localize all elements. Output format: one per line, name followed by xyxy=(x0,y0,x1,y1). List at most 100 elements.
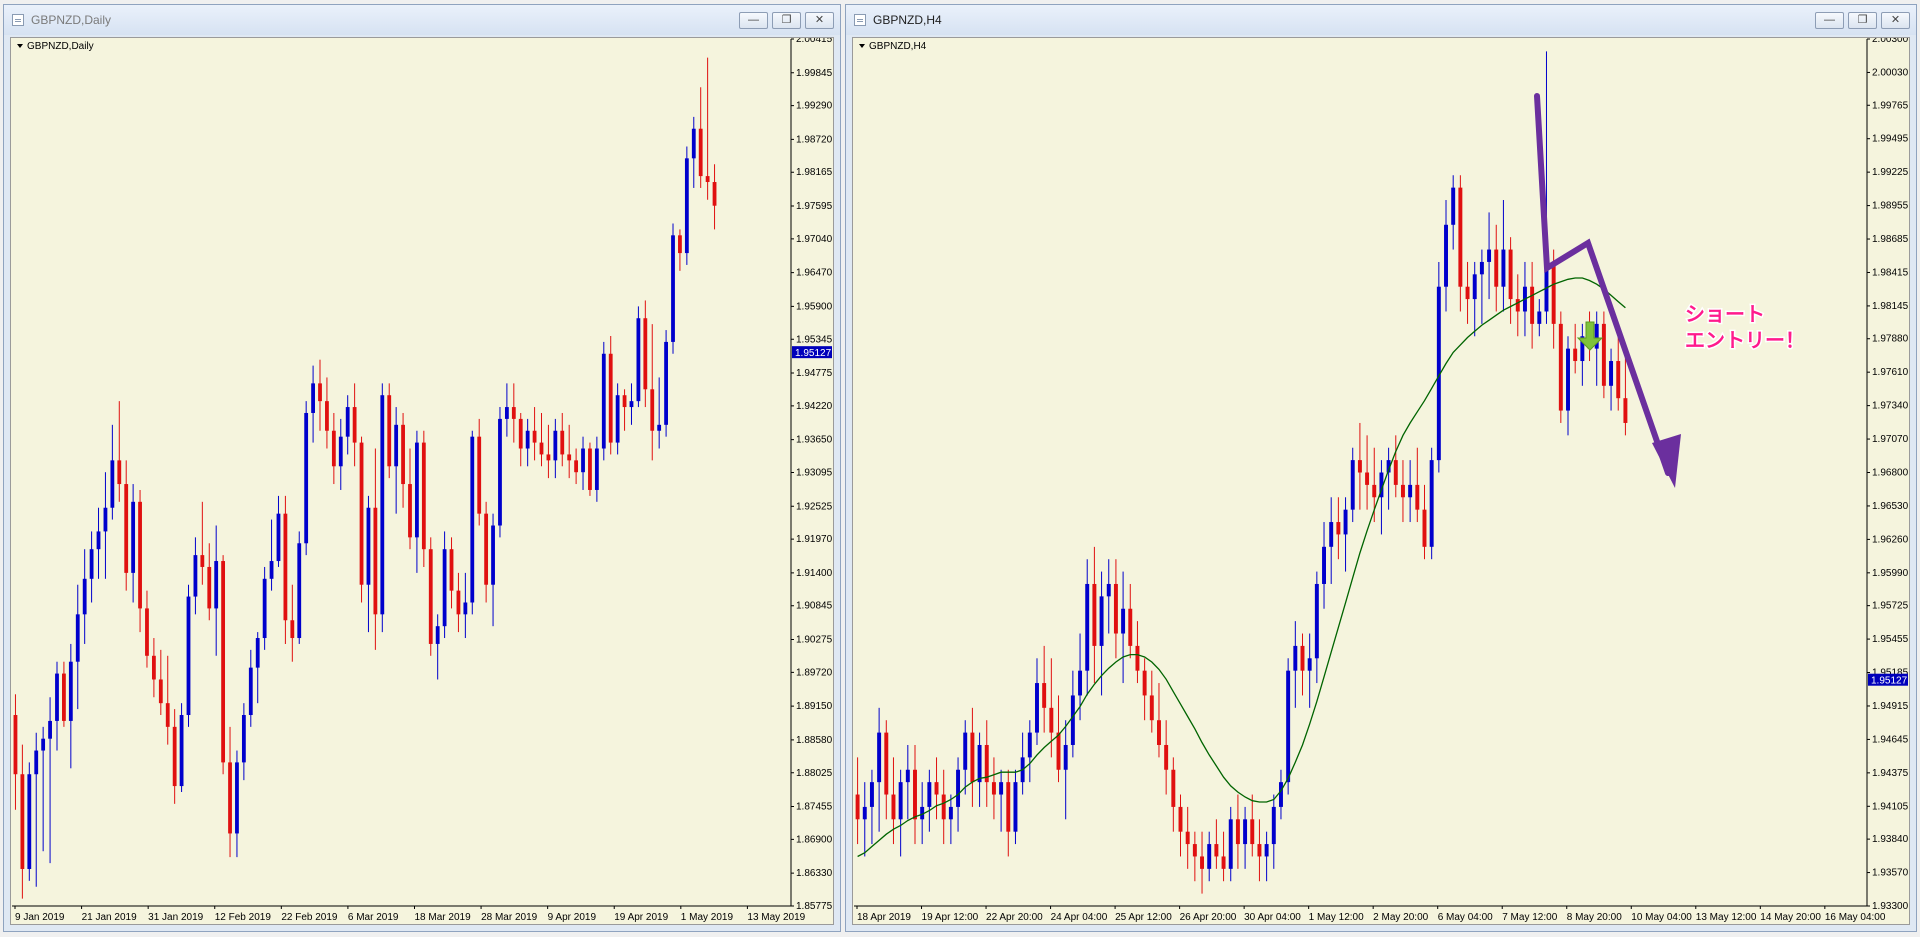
candle xyxy=(477,418,482,526)
candle xyxy=(664,330,668,437)
candle xyxy=(1200,831,1205,894)
price-tick-label: 1.89150 xyxy=(796,701,833,712)
minimize-button[interactable]: — xyxy=(739,12,768,29)
candle xyxy=(373,448,378,650)
candle xyxy=(636,306,641,408)
candle xyxy=(1314,571,1319,684)
candle xyxy=(1106,559,1111,634)
candle xyxy=(1164,720,1169,795)
restore-button[interactable]: ❐ xyxy=(1848,12,1877,29)
candle xyxy=(449,537,454,609)
price-tick-label: 1.92525 xyxy=(796,501,833,512)
candle xyxy=(1271,794,1276,869)
minimize-button[interactable]: — xyxy=(1815,12,1844,29)
candle xyxy=(1357,422,1362,510)
price-tick-label: 2.00030 xyxy=(1872,67,1909,78)
daily-chart-window: GBPNZD,Daily — ❐ ✕ 2.00415 1.99845 1.99290… xyxy=(3,4,841,932)
candle xyxy=(1365,435,1370,510)
price-chart-svg: 2.00300 2.00030 1.99765 1.99495 1.99225 1.989… xyxy=(854,38,1909,923)
candle xyxy=(1472,261,1477,337)
candle xyxy=(1422,484,1427,560)
candle xyxy=(1243,806,1248,869)
candle xyxy=(1487,212,1492,300)
candle xyxy=(325,377,329,449)
candle xyxy=(525,418,530,467)
price-tick-label: 1.93095 xyxy=(796,468,833,479)
annotation-text: エントリー！ xyxy=(1685,328,1805,352)
window-titlebar[interactable]: GBPNZD,Daily — ❐ ✕ xyxy=(4,5,840,35)
time-tick-label: 18 Mar 2019 xyxy=(414,912,471,923)
price-tick-label: 2.00415 xyxy=(796,38,833,45)
price-tick-label: 1.94645 xyxy=(1872,734,1909,745)
candle xyxy=(1436,261,1441,473)
candle xyxy=(1580,323,1585,386)
candle xyxy=(34,732,39,887)
symbol-dropdown-icon[interactable] xyxy=(17,44,23,48)
time-tick-label: 7 May 12:00 xyxy=(1502,912,1557,923)
candle xyxy=(55,661,59,751)
candle xyxy=(1429,447,1434,560)
candle xyxy=(1386,447,1391,510)
candle xyxy=(855,757,860,845)
candle xyxy=(269,519,274,591)
candle xyxy=(1444,200,1448,312)
time-tick-label: 14 May 20:00 xyxy=(1760,912,1821,923)
time-tick-label: 30 Apr 04:00 xyxy=(1244,912,1301,923)
candle xyxy=(235,750,239,858)
symbol-dropdown-icon[interactable] xyxy=(859,44,865,48)
candle xyxy=(1494,224,1499,312)
price-tick-label: 1.98415 xyxy=(1872,267,1909,278)
chart-window-icon xyxy=(854,14,866,26)
chart-area[interactable]: 2.00415 1.99845 1.99290 1.98720 1.98165 1.975… xyxy=(10,37,834,925)
time-tick-label: 9 Apr 2019 xyxy=(548,912,597,923)
candle xyxy=(1006,769,1011,857)
time-tick-label: 24 Apr 04:00 xyxy=(1051,912,1108,923)
price-tick-label: 1.99845 xyxy=(796,68,833,79)
candle xyxy=(20,744,25,899)
time-tick-label: 26 Apr 20:00 xyxy=(1180,912,1237,923)
candle xyxy=(927,769,932,832)
candle xyxy=(1278,769,1283,820)
candle xyxy=(276,495,281,567)
candle xyxy=(498,407,502,538)
candle xyxy=(1329,497,1334,584)
price-tick-label: 1.98165 xyxy=(796,167,833,178)
candle xyxy=(1042,645,1047,733)
candle xyxy=(138,489,142,633)
candle xyxy=(629,383,634,425)
price-tick-label: 1.96470 xyxy=(796,268,833,279)
window-titlebar[interactable]: GBPNZD,H4 — ❐ ✕ xyxy=(846,5,1916,35)
price-tick-label: 1.90275 xyxy=(796,635,833,646)
time-tick-label: 28 Mar 2019 xyxy=(481,912,538,923)
candle xyxy=(963,720,968,795)
candle xyxy=(504,383,509,437)
chart-area[interactable]: 2.00300 2.00030 1.99765 1.99495 1.99225 1.989… xyxy=(852,37,1910,925)
candle xyxy=(643,300,648,408)
candle xyxy=(546,424,551,479)
candle xyxy=(622,389,627,431)
candle xyxy=(297,531,302,644)
time-tick-label: 1 May 2019 xyxy=(681,912,734,923)
candle xyxy=(68,643,73,769)
candle xyxy=(1228,806,1233,882)
chart-window-icon xyxy=(12,14,24,26)
candle xyxy=(151,638,156,698)
candle xyxy=(442,531,447,639)
close-button[interactable]: ✕ xyxy=(1881,12,1910,29)
candle xyxy=(588,442,592,496)
candle xyxy=(877,707,882,832)
candle xyxy=(172,709,177,804)
candle xyxy=(705,57,710,200)
candle xyxy=(1207,831,1212,882)
candle xyxy=(1128,583,1133,659)
candle xyxy=(1293,621,1298,708)
candle xyxy=(532,407,537,461)
price-chart-svg: 2.00415 1.99845 1.99290 1.98720 1.98165 1.975… xyxy=(12,38,833,923)
price-tick-label: 1.95900 xyxy=(796,301,833,312)
close-button[interactable]: ✕ xyxy=(805,12,834,29)
candle xyxy=(408,448,412,550)
price-tick-label: 1.86900 xyxy=(796,834,833,845)
candle xyxy=(1257,819,1262,882)
restore-button[interactable]: ❐ xyxy=(772,12,801,29)
candle xyxy=(1121,571,1126,684)
